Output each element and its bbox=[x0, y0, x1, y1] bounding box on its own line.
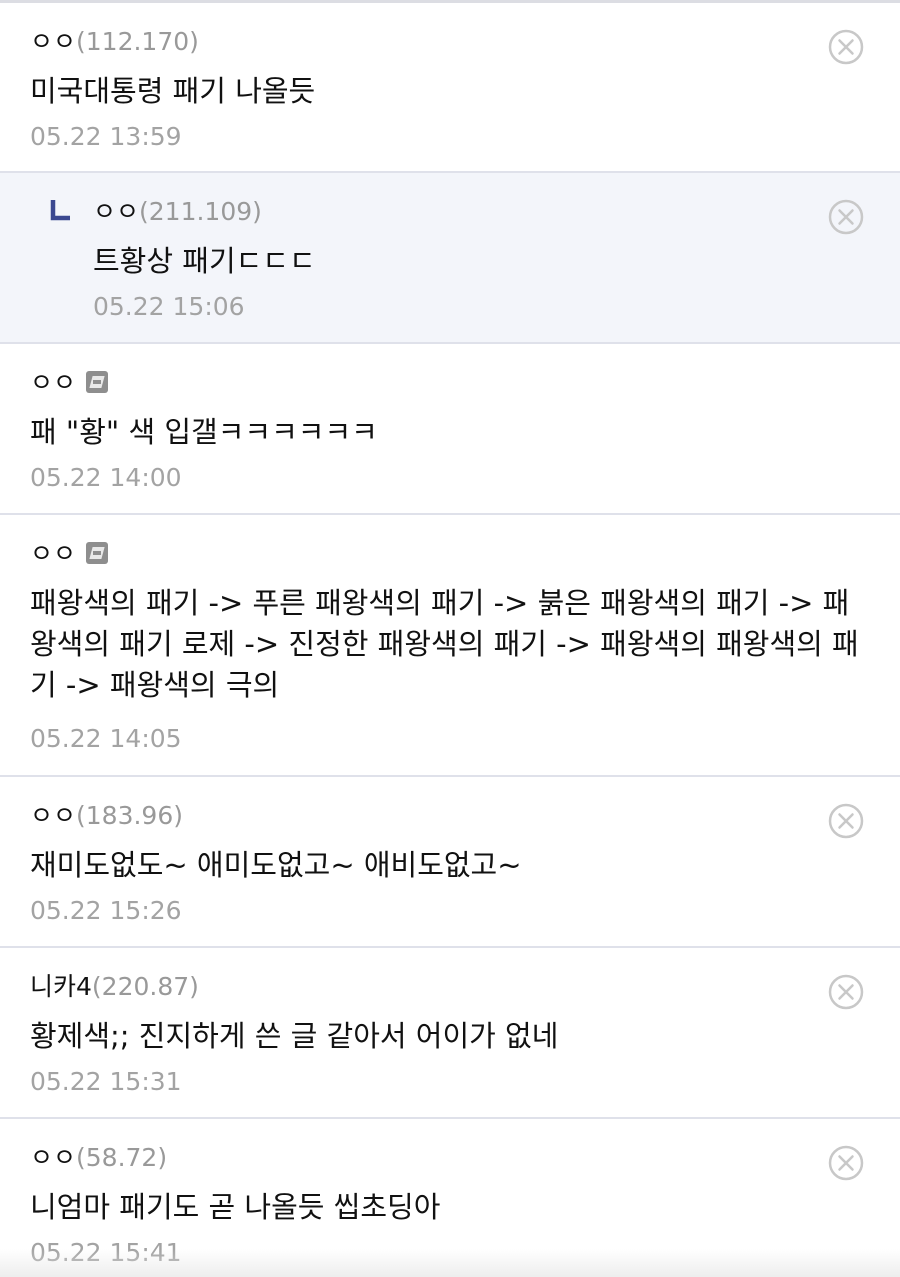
comment-item: ㅇㅇ(112.170) 미국대통령 패기 나올듯 05.22 13:59 bbox=[0, 3, 900, 173]
comment-text: 미국대통령 패기 나올듯 bbox=[30, 74, 316, 108]
comment-author[interactable]: ㅇㅇ bbox=[30, 366, 109, 400]
comment-date: 05.22 15:26 bbox=[30, 896, 182, 925]
author-ip: (58.72) bbox=[76, 1143, 168, 1172]
comment-date: 05.22 15:31 bbox=[30, 1067, 182, 1096]
comment-item: ㅇㅇ(183.96) 재미도없도~ 애미도없고~ 애비도없고~ 05.22 15… bbox=[0, 777, 900, 948]
author-ip: (211.109) bbox=[139, 197, 262, 226]
comment-item: 니카4(220.87) 황제색;; 진지하게 쓴 글 같아서 어이가 없네 05… bbox=[0, 948, 900, 1119]
reply-arrow-icon bbox=[50, 200, 70, 221]
fixed-nick-badge-icon bbox=[86, 371, 109, 393]
circle-x-icon[interactable] bbox=[828, 1145, 864, 1181]
author-name: 니카4 bbox=[30, 972, 92, 1001]
comment-author[interactable]: ㅇㅇ bbox=[30, 537, 109, 571]
comment-item: ㅇㅇ 패 "황" 색 입갤ㅋㅋㅋㅋㅋㅋ 05.22 14:00 bbox=[0, 344, 900, 515]
comment-date: 05.22 14:00 bbox=[30, 463, 182, 492]
circle-x-icon[interactable] bbox=[828, 803, 864, 839]
fixed-nick-badge-icon bbox=[86, 542, 109, 564]
comment-text: 황제색;; 진지하게 쓴 글 같아서 어이가 없네 bbox=[30, 1019, 559, 1053]
comment-author[interactable]: ㅇㅇ(112.170) bbox=[30, 25, 199, 59]
comment-text: 패왕색의 패기 -> 푸른 패왕색의 패기 -> 붉은 패왕색의 패기 -> 패… bbox=[30, 586, 859, 702]
comment-date: 05.22 14:05 bbox=[30, 724, 182, 753]
comment-text: 패 "황" 색 입갤ㅋㅋㅋㅋㅋㅋ bbox=[30, 415, 378, 449]
author-name: ㅇㅇ bbox=[30, 801, 77, 830]
author-name: ㅇㅇ bbox=[30, 1143, 77, 1172]
comment-author[interactable]: ㅇㅇ(211.109) bbox=[93, 195, 262, 229]
comment-date: 05.22 13:59 bbox=[30, 122, 182, 151]
comment-item: ㅇㅇ 패왕색의 패기 -> 푸른 패왕색의 패기 -> 붉은 패왕색의 패기 -… bbox=[0, 515, 900, 777]
comment-author[interactable]: ㅇㅇ(58.72) bbox=[30, 1141, 167, 1175]
circle-x-icon[interactable] bbox=[828, 199, 864, 235]
circle-x-icon[interactable] bbox=[828, 29, 864, 65]
author-ip: (183.96) bbox=[76, 801, 183, 830]
comment-text: 트황상 패기ㄷㄷㄷ bbox=[93, 244, 316, 278]
comment-text: 재미도없도~ 애미도없고~ 애비도없고~ bbox=[30, 848, 522, 882]
author-ip: (112.170) bbox=[76, 27, 199, 56]
comment-item: ㅇㅇ(58.72) 니엄마 패기도 곧 나올듯 씹초딩아 05.22 15:41 bbox=[0, 1119, 900, 1277]
author-name: ㅇㅇ bbox=[30, 368, 77, 397]
comment-author[interactable]: ㅇㅇ(183.96) bbox=[30, 799, 183, 833]
comment-date: 05.22 15:41 bbox=[30, 1238, 182, 1267]
comment-text: 니엄마 패기도 곧 나올듯 씹초딩아 bbox=[30, 1190, 441, 1224]
comment-date: 05.22 15:06 bbox=[93, 292, 245, 321]
reply-comment-item: ㅇㅇ(211.109) 트황상 패기ㄷㄷㄷ 05.22 15:06 bbox=[0, 173, 900, 344]
author-name: ㅇㅇ bbox=[93, 197, 140, 226]
author-ip: (220.87) bbox=[91, 972, 199, 1001]
comment-author[interactable]: 니카4(220.87) bbox=[30, 970, 199, 1004]
circle-x-icon[interactable] bbox=[828, 974, 864, 1010]
author-name: ㅇㅇ bbox=[30, 539, 77, 568]
author-name: ㅇㅇ bbox=[30, 27, 77, 56]
